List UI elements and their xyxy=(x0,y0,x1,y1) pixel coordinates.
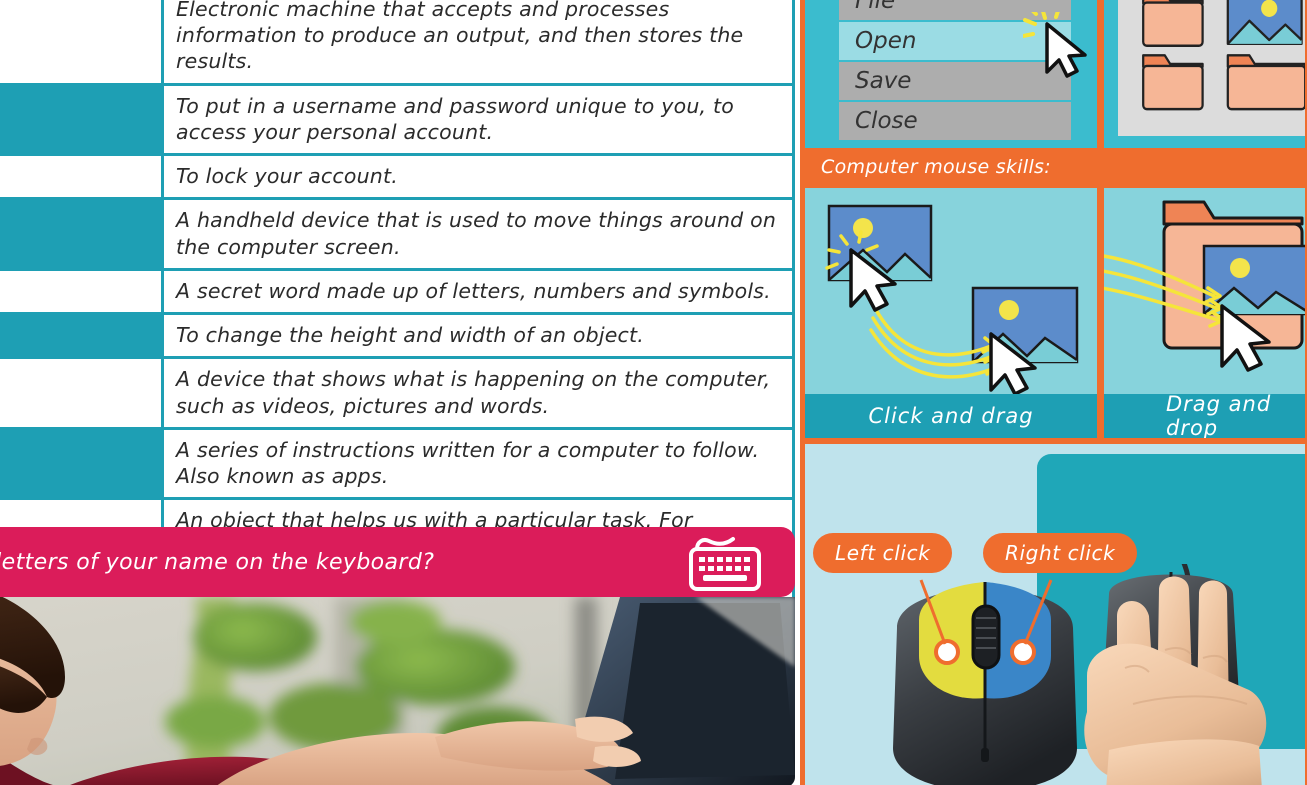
vocab-definition: Electronic machine that accepts and proc… xyxy=(176,0,744,74)
left-click-label: Left click xyxy=(813,533,953,573)
vocab-definition: To put in a username and password unique… xyxy=(164,82,792,153)
mouse-pointer-icon xyxy=(1023,12,1087,78)
vocab-term: software xyxy=(0,426,164,498)
mouse-skills-inner: File Open Save Close Computer mouse skil… xyxy=(805,0,1305,785)
vocab-definition: To change the height and width of an obj… xyxy=(164,312,792,356)
file-menu-panel: File Open Save Close xyxy=(805,0,1097,148)
image-file-icon xyxy=(1226,0,1303,46)
table-row: log in To put in a username and password… xyxy=(0,82,792,154)
folder-icon xyxy=(1226,54,1305,111)
table-row: computer Electronic machine that accepts… xyxy=(0,0,792,83)
vocabulary-table: computer Electronic machine that accepts… xyxy=(0,0,795,615)
child-using-laptop-photo xyxy=(0,597,795,785)
folder-icon xyxy=(1142,54,1204,111)
top-panels-row: File Open Save Close xyxy=(805,0,1305,148)
vocabulary-table-container: computer Electronic machine that accepts… xyxy=(0,0,795,615)
mouse-skills-heading: Computer mouse skills: xyxy=(805,150,1305,183)
menu-item-close[interactable]: Close xyxy=(839,102,1071,140)
vocab-definition: A device that shows what is happening on… xyxy=(164,356,792,426)
left-click-target-dot xyxy=(934,639,960,665)
click-and-drag-caption: Click and drag xyxy=(805,394,1097,438)
keyboard-banner-text: Can you find all the letters of your nam… xyxy=(0,549,435,575)
right-click-target-dot xyxy=(1010,639,1036,665)
click-drag-illustration xyxy=(825,204,1079,396)
vocab-term: computer xyxy=(0,0,164,83)
mouse-button-diagram xyxy=(893,579,1077,785)
vocab-term: resize xyxy=(0,312,164,357)
vocabulary-table-body: computer Electronic machine that accepts… xyxy=(0,0,792,612)
vocab-definition: A handheld device that is used to move t… xyxy=(164,197,792,267)
vocab-definition: To lock your account. xyxy=(164,153,792,197)
vocab-term: mouse xyxy=(0,197,164,268)
mouse-skills-column: File Open Save Close Computer mouse skil… xyxy=(800,0,1307,785)
vocab-term: password xyxy=(0,267,164,313)
table-row: software A series of instructions writte… xyxy=(0,426,792,498)
drag-and-drop-caption: Drag and drop xyxy=(1104,392,1305,438)
vocab-term: log in xyxy=(0,82,164,154)
vocab-term: log out xyxy=(0,153,164,198)
table-row: screen (monitor) A device that shows wha… xyxy=(0,356,792,427)
file-explorer-window xyxy=(1118,0,1305,136)
table-row: mouse A handheld device that is used to … xyxy=(0,197,792,268)
vocab-definition: A series of instructions written for a c… xyxy=(164,426,792,497)
keyboard-icon xyxy=(683,533,767,591)
right-click-label: Right click xyxy=(983,533,1138,573)
drag-and-drop-panel: Drag and drop xyxy=(1104,188,1305,438)
vocab-definition: A secret word made up of letters, number… xyxy=(164,267,792,312)
table-row: resize To change the height and width of… xyxy=(0,312,792,357)
keyboard-activity-banner: Can you find all the letters of your nam… xyxy=(0,527,795,597)
file-explorer-panel xyxy=(1104,0,1305,148)
table-row: log out To lock your account. xyxy=(0,153,792,198)
drag-drop-illustration xyxy=(1104,200,1305,372)
mouse-buttons-panel: Click! Ka xyxy=(805,444,1305,785)
table-row: password A secret word made up of letter… xyxy=(0,267,792,313)
mouse-skills-row: Click and drag Drag and drop xyxy=(805,188,1305,438)
worksheet-page: computer Electronic machine that accepts… xyxy=(0,0,1307,785)
click-and-drag-panel: Click and drag xyxy=(805,188,1097,438)
folder-icon xyxy=(1142,0,1204,47)
vocab-term: screen (monitor) xyxy=(0,356,164,427)
